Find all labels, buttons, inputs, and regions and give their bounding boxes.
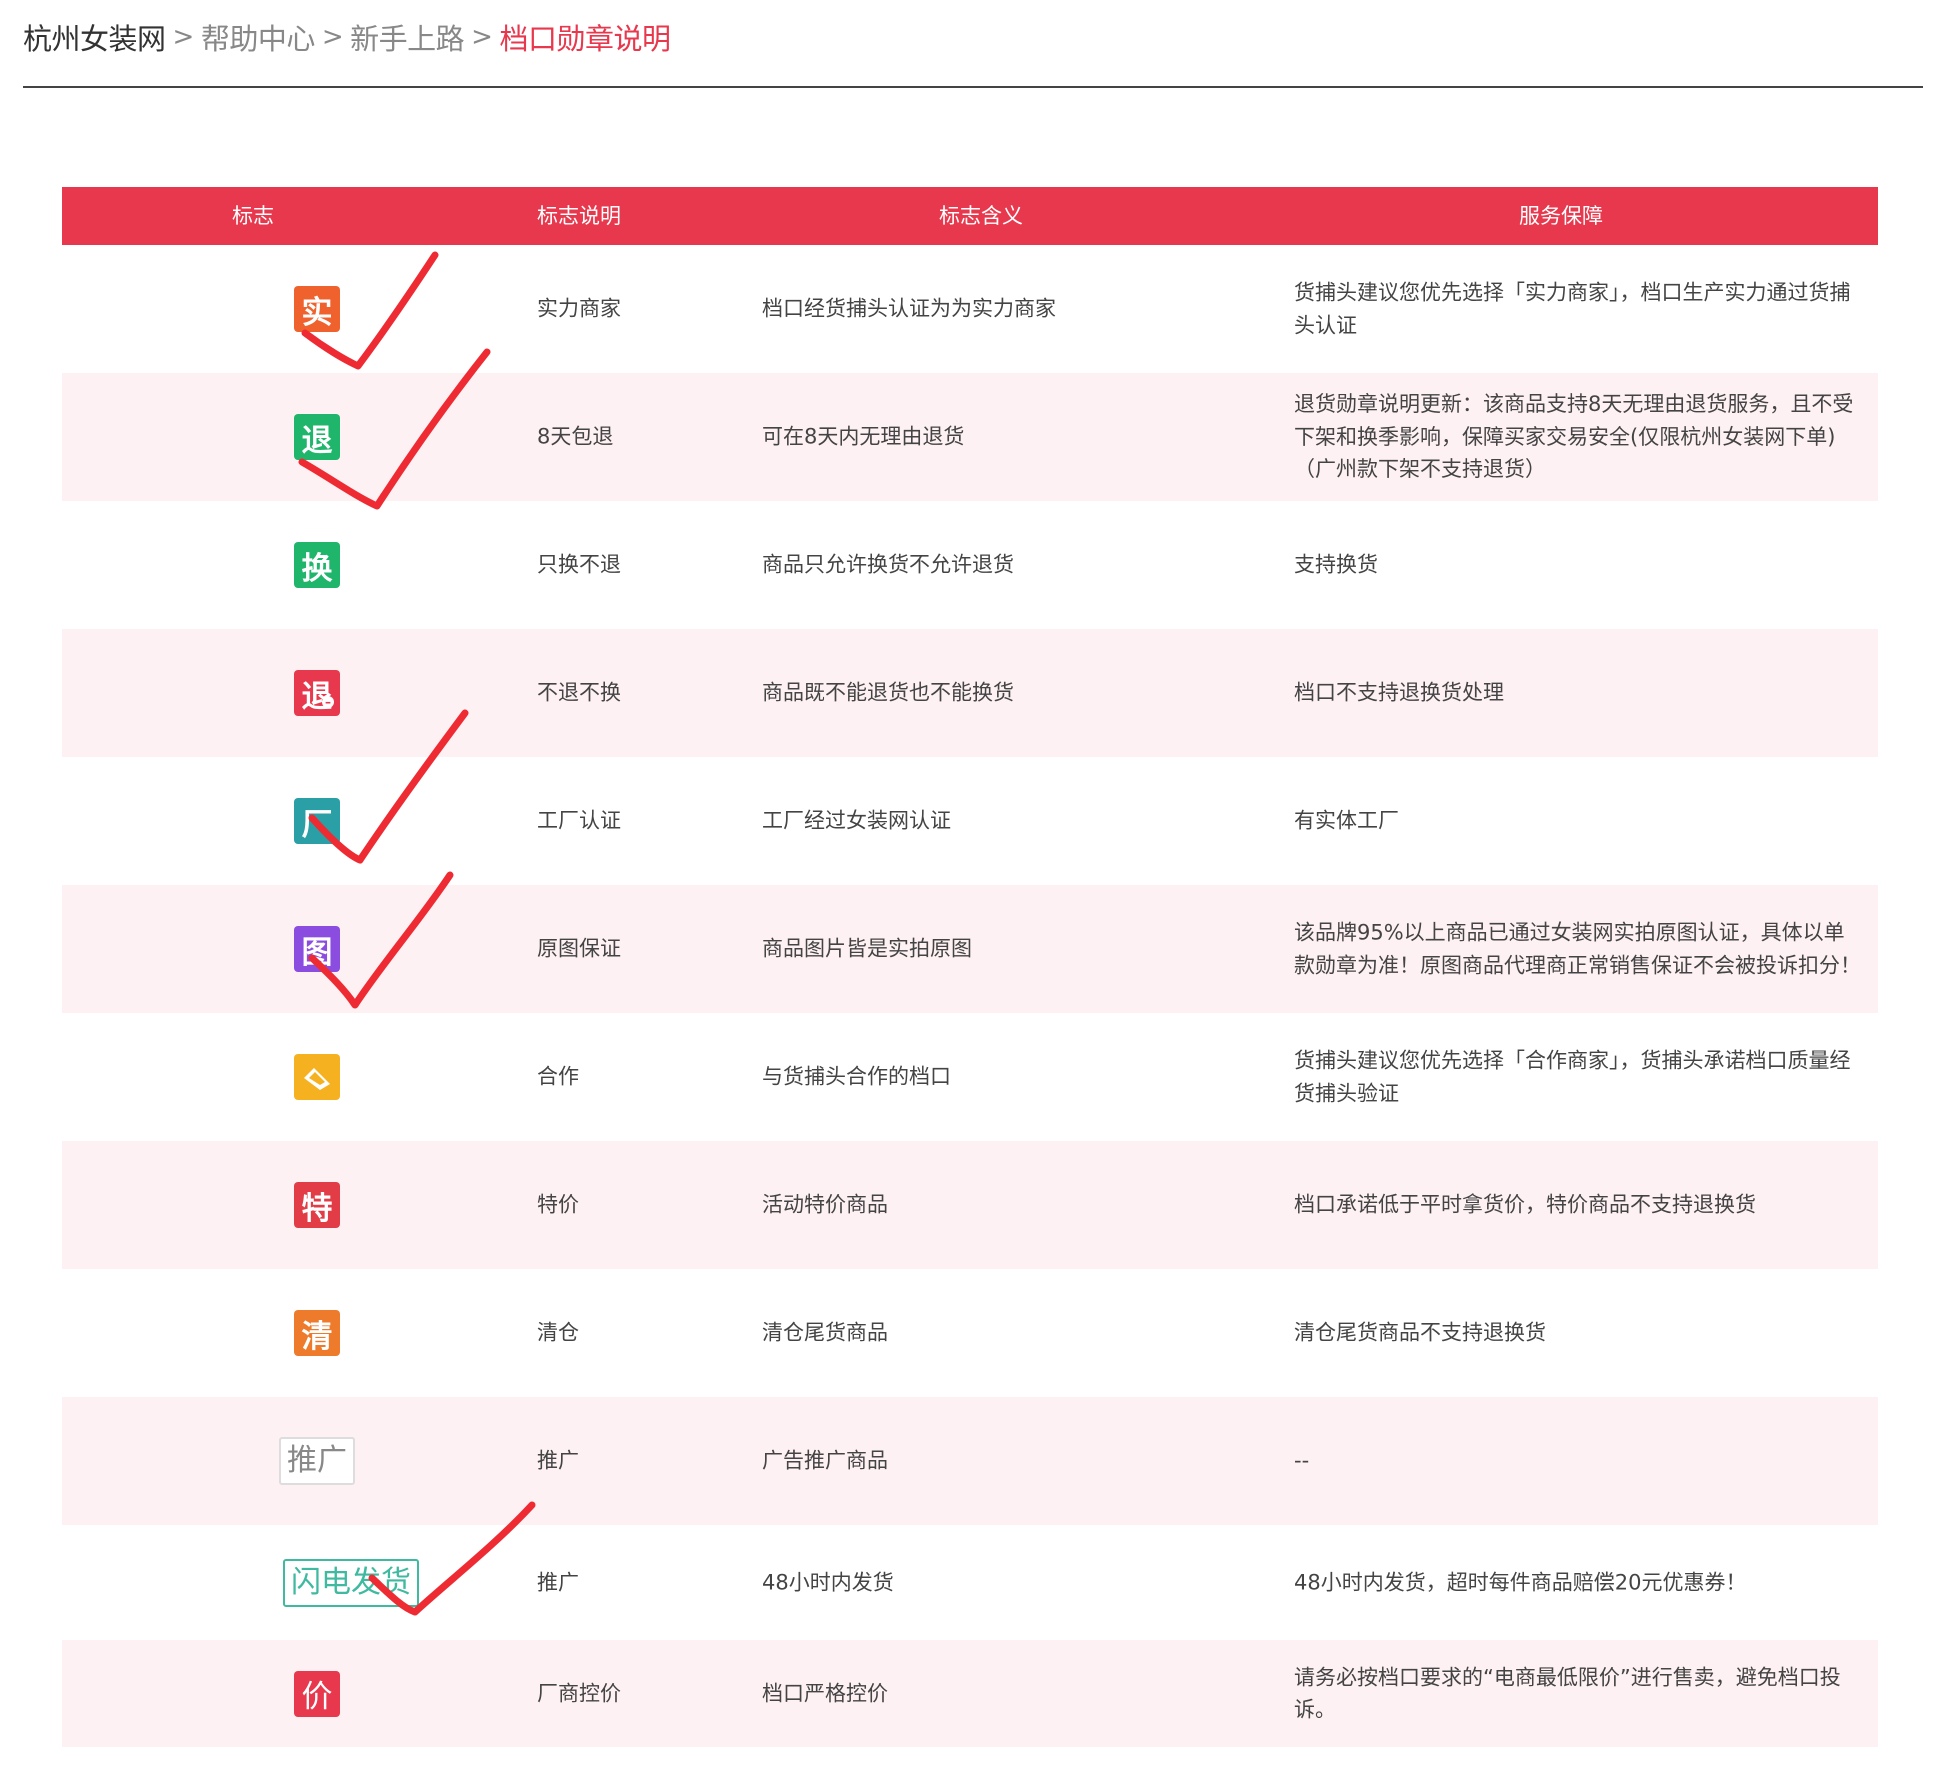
badge-name: 只换不退 [537, 552, 621, 577]
price-control-badge-icon: 价 [294, 1670, 340, 1717]
badge-meaning: 工厂经过女装网认证 [762, 808, 951, 833]
badge-name: 推广 [537, 1448, 579, 1473]
factory-badge-icon: 厂 [294, 798, 340, 844]
badge-name: 实力商家 [537, 296, 621, 321]
breadcrumb-separator: > [471, 22, 493, 52]
badge-name: 厂商控价 [537, 1681, 621, 1706]
badge-meaning: 广告推广商品 [762, 1448, 888, 1473]
table-row: 价 厂商控价 档口严格控价 请务必按档口要求的“电商最低限价”进行售卖，避免档口… [62, 1640, 1878, 1747]
service-text: 退货勋章说明更新：该商品支持8天无理由退货服务，且不受下架和换季影响，保障买家交… [1294, 392, 1854, 482]
table-row: 退 – 不退不换 商品既不能退货也不能换货 档口不支持退换货处理 [62, 629, 1878, 757]
table-row: 退 8天包退 可在8天内无理由退货 退货勋章说明更新：该商品支持8天无理由退货服… [62, 373, 1878, 501]
service-text: 该品牌95%以上商品已通过女装网实拍原图认证，具体以单款勋章为准！原图商品代理商… [1294, 920, 1861, 977]
table-row: 厂 工厂认证 工厂经过女装网认证 有实体工厂 [62, 757, 1878, 885]
breadcrumb-beginner-link[interactable]: 新手上路 [350, 16, 465, 58]
shi-badge-icon: 实 [294, 286, 340, 332]
table-row: 图 原图保证 商品图片皆是实拍原图 该品牌95%以上商品已通过女装网实拍原图认证… [62, 885, 1878, 1013]
breadcrumb-separator: > [321, 22, 344, 52]
minus-icon: – [322, 696, 334, 708]
breadcrumb-current-page: 档口勋章说明 [499, 22, 671, 56]
header-badge-name: 标志说明 [537, 204, 621, 228]
table-row: 合作 与货捕头合作的档口 货捕头建议您优先选择「合作商家」，货捕头承诺档口质量经… [62, 1013, 1878, 1141]
service-text: 请务必按档口要求的“电商最低限价”进行售卖，避免档口投诉。 [1294, 1664, 1841, 1722]
badge-meaning: 档口经货捕头认证为为实力商家 [762, 296, 1056, 321]
exchange-badge-icon: 换 [294, 542, 340, 588]
badge-meaning: 清仓尾货商品 [762, 1320, 888, 1345]
breadcrumb-home-link[interactable]: 杭州女装网 [23, 16, 166, 58]
breadcrumb-help-center-link[interactable]: 帮助中心 [201, 16, 316, 58]
badge-meaning: 档口严格控价 [762, 1681, 888, 1706]
header-badge: 标志 [232, 204, 274, 228]
table-header: 标志 标志说明 标志含义 服务保障 [62, 187, 1878, 245]
table-row: 闪电发货 推广 48小时内发货 48小时内发货，超时每件商品赔偿20元优惠券！ [62, 1525, 1878, 1640]
service-text: -- [1294, 1448, 1310, 1473]
return-badge-icon: 退 [294, 414, 340, 460]
badge-meaning: 与货捕头合作的档口 [762, 1064, 951, 1089]
badge-meaning: 商品只允许换货不允许退货 [762, 552, 1014, 577]
service-text: 档口不支持退换货处理 [1294, 680, 1504, 705]
badge-meaning: 商品图片皆是实拍原图 [762, 936, 972, 961]
badge-name: 推广 [537, 1570, 579, 1595]
promotion-badge-icon: 推广 [279, 1437, 355, 1485]
breadcrumb: 杭州女装网 > 帮助中心 > 新手上路 > 档口勋章说明 [23, 14, 671, 60]
service-text: 支持换货 [1294, 552, 1378, 577]
badge-table: 标志 标志说明 标志含义 服务保障 实 实力商家 档口经货捕头认证为为实力商家 … [62, 187, 1878, 1747]
table-row: 清 清仓 清仓尾货商品 清仓尾货商品不支持退换货 [62, 1269, 1878, 1397]
service-text: 有实体工厂 [1294, 808, 1399, 833]
header-service: 服务保障 [1519, 204, 1603, 228]
service-text: 货捕头建议您优先选择「实力商家」，档口生产实力通过货捕头认证 [1294, 280, 1851, 337]
table-row: 换 只换不退 商品只允许换货不允许退货 支持换货 [62, 501, 1878, 629]
special-price-badge-icon: 特 [294, 1182, 340, 1228]
original-photo-badge-icon: 图 [294, 926, 340, 972]
header-badge-meaning: 标志含义 [939, 204, 1023, 228]
fast-shipping-badge-icon: 闪电发货 [283, 1558, 419, 1607]
badge-meaning: 可在8天内无理由退货 [762, 424, 965, 449]
badge-name: 清仓 [537, 1320, 579, 1345]
table-row: 实 实力商家 档口经货捕头认证为为实力商家 货捕头建议您优先选择「实力商家」，档… [62, 245, 1878, 373]
badge-name: 合作 [537, 1064, 579, 1089]
badge-name: 工厂认证 [537, 808, 621, 833]
badge-name: 特价 [537, 1192, 579, 1217]
badge-meaning: 商品既不能退货也不能换货 [762, 680, 1014, 705]
service-text: 货捕头建议您优先选择「合作商家」，货捕头承诺档口质量经货捕头验证 [1294, 1048, 1851, 1105]
clearance-badge-icon: 清 [294, 1310, 340, 1356]
breadcrumb-divider [23, 86, 1923, 88]
badge-meaning: 活动特价商品 [762, 1192, 888, 1217]
service-text: 48小时内发货，超时每件商品赔偿20元优惠券！ [1294, 1570, 1747, 1595]
table-row: 推广 推广 广告推广商品 -- [62, 1397, 1878, 1525]
handshake-badge-icon [294, 1054, 340, 1100]
badge-name: 不退不换 [537, 680, 621, 705]
handshake-icon [304, 1068, 330, 1090]
badge-meaning: 48小时内发货 [762, 1570, 894, 1595]
no-return-badge-icon: 退 – [294, 670, 340, 716]
breadcrumb-separator: > [172, 22, 195, 52]
service-text: 档口承诺低于平时拿货价，特价商品不支持退换货 [1294, 1192, 1756, 1217]
table-row: 特 特价 活动特价商品 档口承诺低于平时拿货价，特价商品不支持退换货 [62, 1141, 1878, 1269]
badge-name: 原图保证 [537, 936, 621, 961]
service-text: 清仓尾货商品不支持退换货 [1294, 1320, 1546, 1345]
badge-name: 8天包退 [537, 424, 614, 449]
